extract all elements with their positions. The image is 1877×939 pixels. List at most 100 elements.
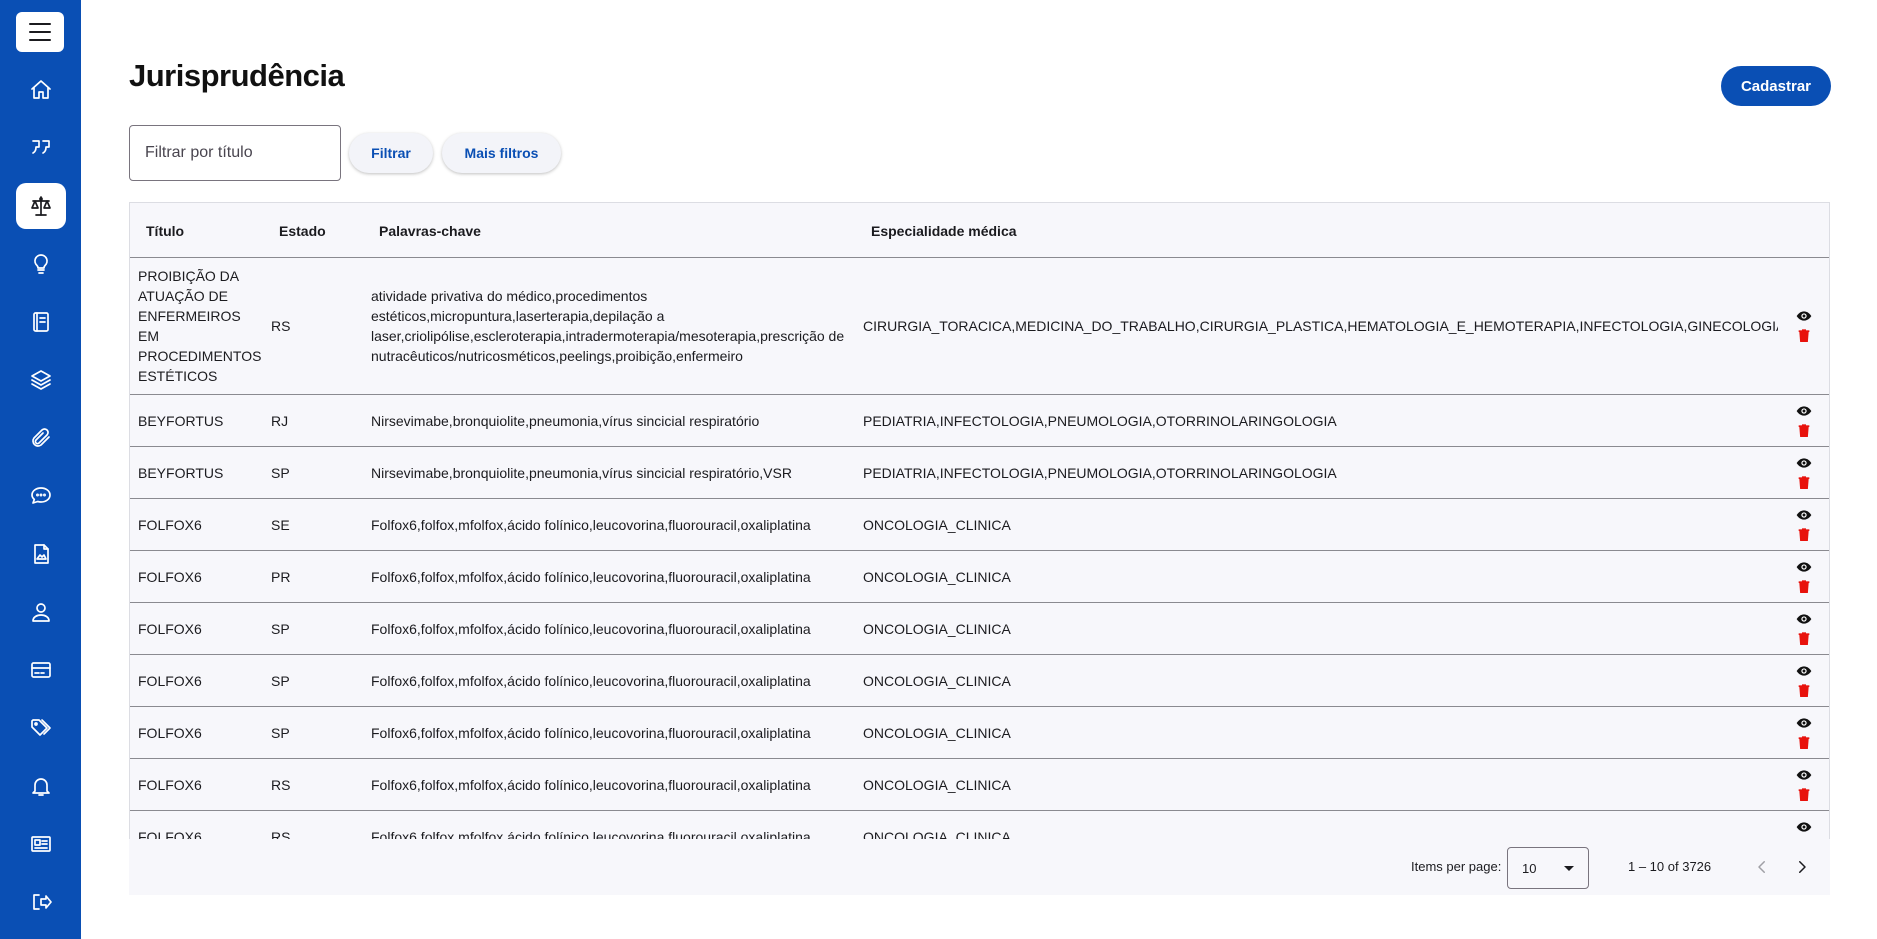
cell-keywords: Folfox6,folfox,mfolfox,ácido folínico,le… xyxy=(371,724,811,741)
column-header-title[interactable]: Título xyxy=(146,223,184,239)
cell-title: BEYFORTUS xyxy=(138,464,224,481)
row-actions xyxy=(1790,551,1818,602)
column-header-state[interactable]: Estado xyxy=(279,223,326,239)
delete-button[interactable] xyxy=(1795,423,1813,439)
sidebar-item-home[interactable] xyxy=(16,67,66,113)
sidebar xyxy=(0,0,81,939)
table-row[interactable]: FOLFOX6 SE Folfox6,folfox,mfolfox,ácido fo… xyxy=(130,499,1829,551)
cell-state: SP xyxy=(271,464,290,481)
view-button[interactable] xyxy=(1795,559,1813,575)
sidebar-item-notebook[interactable] xyxy=(16,299,66,345)
view-button[interactable] xyxy=(1795,611,1813,627)
sidebar-item-news[interactable] xyxy=(16,821,66,867)
table-row[interactable]: FOLFOX6 RS Folfox6,folfox,mfolfox,ácido fo… xyxy=(130,811,1829,839)
table-row[interactable]: PROIBIÇÃO DA ATUAÇÃO DE ENFERMEIROS EM P… xyxy=(130,258,1829,395)
chevron-left-icon xyxy=(1758,861,1765,873)
items-per-page-label: Items per page: xyxy=(1411,859,1502,874)
trash-icon xyxy=(1798,579,1810,593)
row-actions xyxy=(1790,759,1818,810)
quote-icon xyxy=(32,140,50,154)
table-row[interactable]: FOLFOX6 SP Folfox6,folfox,mfolfox,ácido fo… xyxy=(130,707,1829,759)
eye-icon xyxy=(1796,509,1812,520)
chevron-right-icon xyxy=(1799,861,1806,873)
sidebar-item-ideas[interactable] xyxy=(16,241,66,287)
delete-button[interactable] xyxy=(1795,683,1813,699)
column-header-keywords[interactable]: Palavras-chave xyxy=(379,223,481,239)
view-button[interactable] xyxy=(1795,455,1813,471)
view-button[interactable] xyxy=(1795,819,1813,835)
items-per-page-value: 10 xyxy=(1522,860,1537,876)
cell-keywords: Nirsevimabe,bronquiolite,pneumonia,vírus… xyxy=(371,464,792,481)
cell-state: RS xyxy=(271,828,291,840)
next-page-button[interactable] xyxy=(1788,853,1816,881)
cell-state: PR xyxy=(271,568,291,585)
sidebar-item-payments[interactable] xyxy=(16,647,66,693)
delete-button[interactable] xyxy=(1795,579,1813,595)
sidebar-item-notifications[interactable] xyxy=(16,763,66,809)
eye-icon xyxy=(1796,769,1812,780)
sidebar-item-tags[interactable] xyxy=(16,705,66,751)
sidebar-item-quotes[interactable] xyxy=(16,125,66,171)
row-actions xyxy=(1790,258,1818,394)
table-row[interactable]: FOLFOX6 RS Folfox6,folfox,mfolfox,ácido fo… xyxy=(130,759,1829,811)
menu-toggle-button[interactable] xyxy=(16,12,64,52)
cell-specialty: ONCOLOGIA_CLINICA xyxy=(863,516,1011,533)
view-button[interactable] xyxy=(1795,308,1813,324)
sidebar-item-users[interactable] xyxy=(16,589,66,635)
filter-button[interactable]: Filtrar xyxy=(349,133,433,173)
delete-button[interactable] xyxy=(1795,787,1813,803)
cell-specialty: ONCOLOGIA_CLINICA xyxy=(863,776,1011,793)
row-actions xyxy=(1790,603,1818,654)
view-button[interactable] xyxy=(1795,663,1813,679)
cell-specialty: PEDIATRIA,INFECTOLOGIA,PNEUMOLOGIA,OTORR… xyxy=(863,412,1337,429)
delete-button[interactable] xyxy=(1795,527,1813,543)
delete-button[interactable] xyxy=(1795,631,1813,647)
view-button[interactable] xyxy=(1795,403,1813,419)
hamburger-icon-line xyxy=(29,23,51,25)
trash-icon xyxy=(1798,329,1810,342)
more-filters-button[interactable]: Mais filtros xyxy=(442,133,561,173)
delete-button[interactable] xyxy=(1795,475,1813,491)
column-header-specialty[interactable]: Especialidade médica xyxy=(871,223,1017,239)
previous-page-button[interactable] xyxy=(1748,853,1776,881)
paginator: Items per page: 10 1 – 10 of 3726 xyxy=(129,839,1830,895)
trash-icon xyxy=(1798,423,1810,437)
cell-title: FOLFOX6 xyxy=(138,568,202,585)
cell-specialty: ONCOLOGIA_CLINICA xyxy=(863,568,1011,585)
table-row[interactable]: BEYFORTUS SP Nirsevimabe,bronquiolite,pneu… xyxy=(130,447,1829,499)
trash-icon xyxy=(1798,683,1810,697)
items-per-page-select[interactable]: 10 xyxy=(1507,847,1589,889)
sidebar-item-attachments[interactable] xyxy=(16,415,66,461)
view-button[interactable] xyxy=(1795,767,1813,783)
cell-specialty: ONCOLOGIA_CLINICA xyxy=(863,828,1011,840)
scale-icon xyxy=(31,196,51,216)
cadastrar-button[interactable]: Cadastrar xyxy=(1721,66,1831,106)
sidebar-item-layers[interactable] xyxy=(16,357,66,403)
title-filter-input[interactable] xyxy=(129,125,341,181)
sidebar-item-logout[interactable] xyxy=(16,879,66,925)
cell-keywords: Folfox6,folfox,mfolfox,ácido folínico,le… xyxy=(371,672,811,689)
table-row[interactable]: FOLFOX6 SP Folfox6,folfox,mfolfox,ácido fo… xyxy=(130,603,1829,655)
jurisprudence-table: Título Estado Palavras-chave Especialida… xyxy=(129,202,1830,839)
cell-state: RJ xyxy=(271,412,289,429)
cell-title: FOLFOX6 xyxy=(138,776,202,793)
lightbulb-icon xyxy=(34,254,48,274)
table-row[interactable]: FOLFOX6 PR Folfox6,folfox,mfolfox,ácido fo… xyxy=(130,551,1829,603)
home-icon xyxy=(31,80,51,99)
user-icon xyxy=(32,603,50,622)
cell-keywords: Folfox6,folfox,mfolfox,ácido folínico,le… xyxy=(371,776,811,793)
view-button[interactable] xyxy=(1795,507,1813,523)
bell-icon xyxy=(32,778,50,796)
trash-icon xyxy=(1798,631,1810,645)
table-row[interactable]: BEYFORTUS RJ Nirsevimabe,bronquiolite,pneu… xyxy=(130,395,1829,447)
cell-keywords: Nirsevimabe,bronquiolite,pneumonia,vírus… xyxy=(371,412,760,429)
view-button[interactable] xyxy=(1795,715,1813,731)
delete-button[interactable] xyxy=(1795,735,1813,751)
delete-button[interactable] xyxy=(1795,328,1813,344)
sidebar-item-image-docs[interactable] xyxy=(16,531,66,577)
table-body: PROIBIÇÃO DA ATUAÇÃO DE ENFERMEIROS EM P… xyxy=(130,258,1829,839)
cell-keywords: Folfox6,folfox,mfolfox,ácido folínico,le… xyxy=(371,516,811,533)
sidebar-item-jurisprudence[interactable] xyxy=(16,183,66,229)
table-row[interactable]: FOLFOX6 SP Folfox6,folfox,mfolfox,ácido fo… xyxy=(130,655,1829,707)
sidebar-item-chat[interactable] xyxy=(16,473,66,519)
